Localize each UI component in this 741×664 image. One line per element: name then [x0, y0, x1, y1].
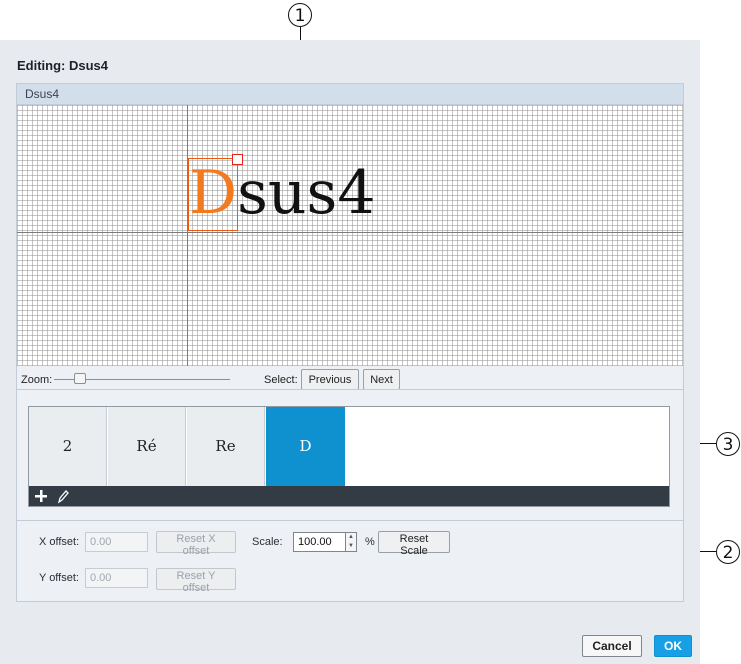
reset-y-offset-button[interactable]: Reset Y offset — [156, 568, 236, 594]
x-offset-field[interactable]: 0.00 — [85, 532, 148, 552]
plus-icon[interactable] — [33, 487, 49, 505]
reset-x-offset-button[interactable]: Reset X offset — [156, 531, 236, 557]
dialog-title-value: Dsus4 — [69, 58, 109, 73]
unselected-glyphs[interactable]: sus4 — [237, 158, 375, 228]
chord-component-list: 2 Ré Re D — [28, 406, 670, 507]
editor-panel: Dsus4 Dsus4 Zoom: Select: Previous Next … — [16, 83, 684, 602]
ok-button[interactable]: OK — [654, 635, 692, 657]
scale-stepper[interactable]: ▲ ▼ — [345, 532, 357, 552]
y-offset-label: Y offset: — [39, 572, 79, 584]
list-item-selected[interactable]: D — [266, 407, 345, 486]
zoom-slider-thumb[interactable] — [73, 373, 86, 384]
stepper-down-icon[interactable]: ▼ — [346, 542, 356, 551]
y-offset-field[interactable]: 0.00 — [85, 568, 148, 588]
percent-label: % — [365, 536, 375, 548]
scale-handle[interactable] — [232, 154, 243, 165]
previous-button[interactable]: Previous — [301, 369, 359, 390]
list-item[interactable]: 2 — [29, 407, 107, 486]
scale-field[interactable]: 100.00 — [293, 532, 347, 552]
cancel-button[interactable]: Cancel — [582, 635, 642, 657]
panel-header-title: Dsus4 — [25, 87, 60, 101]
reset-scale-button[interactable]: Reset Scale — [378, 531, 450, 557]
callout-3: 3 — [716, 432, 740, 456]
next-button[interactable]: Next — [363, 369, 400, 390]
panel-header: Dsus4 — [17, 84, 683, 105]
list-toolbar — [29, 486, 669, 506]
callout-2: 2 — [716, 540, 740, 564]
scale-label: Scale: — [252, 536, 283, 548]
zoom-label: Zoom: — [21, 374, 53, 386]
select-label: Select: — [264, 374, 298, 386]
callout-1: 1 — [288, 3, 312, 27]
x-offset-label: X offset: — [39, 536, 80, 548]
list-item[interactable]: Ré — [108, 407, 186, 486]
pencil-icon[interactable] — [55, 487, 71, 505]
glyph-editor-canvas[interactable]: Dsus4 — [17, 105, 683, 366]
dialog-title-label: Editing: — [17, 58, 66, 73]
selection-box — [188, 158, 238, 231]
divider — [17, 520, 683, 521]
edit-chord-symbol-dialog: Editing: Dsus4 Dsus4 Dsus4 Zoom: Select:… — [0, 40, 700, 664]
origin-axis — [187, 105, 188, 366]
stepper-up-icon[interactable]: ▲ — [346, 533, 356, 542]
divider — [17, 389, 683, 390]
list-item[interactable]: Re — [187, 407, 265, 486]
